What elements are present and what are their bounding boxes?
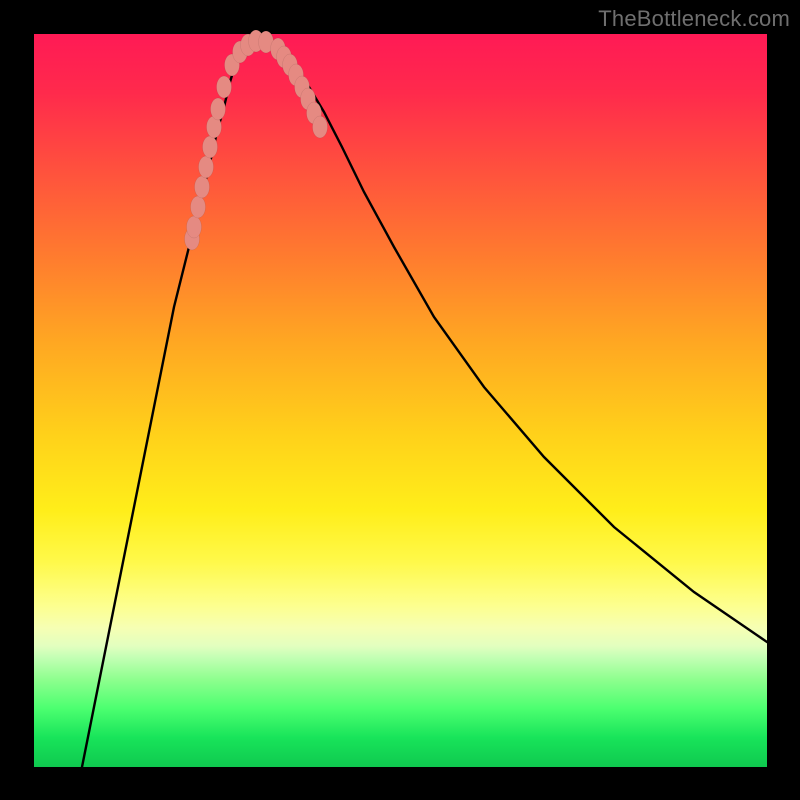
outer-frame: TheBottleneck.com <box>0 0 800 800</box>
highlight-dot <box>313 116 328 138</box>
highlight-dots-group <box>185 30 328 250</box>
highlight-dot <box>211 98 226 120</box>
watermark-text: TheBottleneck.com <box>598 6 790 32</box>
highlight-dot <box>199 156 214 178</box>
highlight-dot <box>217 76 232 98</box>
bottleneck-curve <box>82 41 767 767</box>
highlight-dot <box>203 136 218 158</box>
highlight-dot <box>191 196 206 218</box>
chart-svg <box>34 34 767 767</box>
highlight-dot <box>187 216 202 238</box>
highlight-dot <box>195 176 210 198</box>
plot-area <box>34 34 767 767</box>
